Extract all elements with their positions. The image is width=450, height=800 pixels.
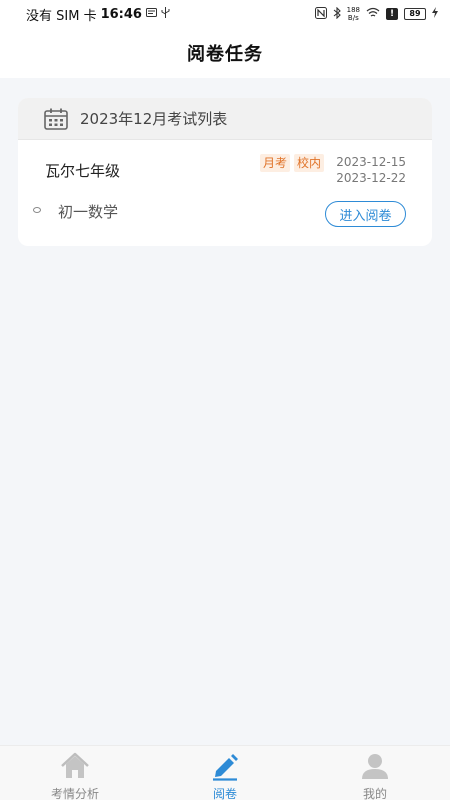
exam-name: 瓦尔七年级: [45, 162, 121, 180]
net-speed-unit: B/s: [347, 14, 359, 22]
page-title: 阅卷任务: [187, 44, 263, 65]
calendar-icon: [44, 108, 68, 130]
page-header: 阅卷任务: [0, 28, 450, 78]
bullet-icon: [33, 207, 41, 213]
exam-scope-tag: 校内: [294, 154, 325, 172]
status-bar: 没有 SIM 卡 16:46 188 B/s ! 89: [0, 0, 450, 28]
nfc-icon: [314, 6, 327, 22]
usb-icon: [161, 7, 170, 21]
network-speed: 188 B/s: [347, 6, 360, 22]
wifi-icon: [366, 7, 380, 21]
tab-label: 我的: [362, 787, 387, 800]
battery-indicator: 89: [404, 8, 426, 20]
tab-exam-analysis[interactable]: 考情分析: [0, 746, 150, 800]
net-speed-value: 188: [346, 6, 360, 14]
home-icon: [60, 751, 90, 781]
bluetooth-icon: [333, 6, 341, 22]
alert-icon: !: [386, 8, 398, 20]
exam-dates: 2023-12-15 2023-12-22: [336, 154, 406, 186]
tab-grading[interactable]: 阅卷: [150, 746, 300, 800]
status-left: 没有 SIM 卡 16:46: [26, 5, 170, 24]
exam-tags: 月考 校内: [260, 154, 325, 172]
tab-label: 考情分析: [50, 787, 99, 800]
pen-icon: [210, 751, 240, 781]
exam-list-header: 2023年12月考试列表: [18, 98, 432, 140]
exam-item: 瓦尔七年级 月考 校内 2023-12-15 2023-12-22: [18, 150, 432, 190]
tab-profile[interactable]: 我的: [300, 746, 450, 800]
subject-item: 初一数学 进入阅卷: [18, 198, 432, 232]
exam-start-date: 2023-12-15: [336, 155, 406, 169]
status-right: 188 B/s ! 89: [314, 6, 438, 22]
exam-type-tag: 月考: [260, 154, 291, 172]
enter-grading-button[interactable]: 进入阅卷: [325, 201, 406, 227]
subject-name: 初一数学: [58, 203, 119, 221]
exam-end-date: 2023-12-22: [336, 171, 406, 185]
clock: 16:46: [100, 6, 142, 22]
user-icon: [360, 751, 390, 781]
charging-icon: [432, 7, 438, 21]
bottom-tab-bar: 考情分析 阅卷 我的: [0, 745, 450, 800]
exam-list-card: 2023年12月考试列表 瓦尔七年级 月考 校内 2023-12-15 2023…: [18, 98, 432, 246]
message-icon: [145, 8, 157, 20]
exam-list-heading: 2023年12月考试列表: [80, 110, 228, 128]
carrier-text: 没有 SIM 卡: [26, 8, 97, 24]
tab-label: 阅卷: [212, 787, 237, 800]
